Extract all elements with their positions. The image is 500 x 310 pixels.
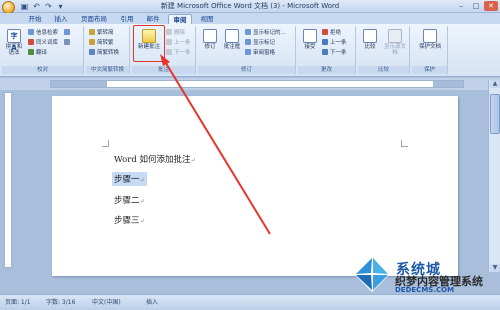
tab-mailings[interactable]: 邮件 xyxy=(142,14,164,24)
previous-icon xyxy=(322,39,328,45)
research-button[interactable]: 信息检索 xyxy=(28,29,58,37)
scroll-thumb[interactable] xyxy=(490,94,500,134)
spelling-icon: 字A xyxy=(7,29,21,52)
next-comment-button[interactable]: 下一条 xyxy=(166,49,191,57)
minimize-button[interactable]: – xyxy=(454,1,468,11)
horizontal-ruler[interactable] xyxy=(50,80,464,88)
group-tracking: 修订 批注框 显示标记的... 显示标记 审阅窗格 修订 xyxy=(198,26,296,74)
research-icon xyxy=(28,29,34,35)
title-bar: ▣ ↶ ↷ ▾ 新建 Microsoft Office Word 文档 (3) … xyxy=(0,0,500,14)
show-markup-button[interactable]: 显示标记 xyxy=(245,39,275,47)
page-count[interactable]: 页面: 1/1 xyxy=(5,299,31,307)
protect-document-button[interactable]: 保护文档 xyxy=(416,27,444,65)
translate-button[interactable]: 翻译 xyxy=(28,49,47,57)
close-button[interactable]: ✕ xyxy=(484,1,498,11)
trad-to-simp-button[interactable]: 繁转简 xyxy=(89,29,114,37)
next-icon xyxy=(322,49,328,55)
pane-icon xyxy=(245,49,251,55)
watermark-url: DEDECMS.COM xyxy=(395,286,455,294)
lock-icon xyxy=(423,29,437,43)
simp-to-trad-button[interactable]: 简转繁 xyxy=(89,39,114,47)
balloons-button[interactable]: 批注框 xyxy=(222,27,242,65)
highlight-box xyxy=(133,25,165,62)
scroll-down-icon[interactable]: ▼ xyxy=(490,264,500,272)
document-line[interactable]: 步骤三↵ xyxy=(114,214,145,226)
margin-corner xyxy=(401,140,408,147)
translate-icon xyxy=(28,49,34,55)
word-count-icon xyxy=(64,39,70,45)
selected-text[interactable]: 步骤一↵ xyxy=(112,172,147,186)
next-icon xyxy=(166,49,172,55)
markup-icon xyxy=(245,39,251,45)
balloons-icon xyxy=(225,29,239,43)
vertical-ruler[interactable] xyxy=(4,92,12,268)
document-page[interactable] xyxy=(52,96,458,276)
previous-icon xyxy=(166,39,172,45)
convert-icon xyxy=(89,49,95,55)
tab-references[interactable]: 引用 xyxy=(116,14,138,24)
reject-icon xyxy=(322,29,328,35)
window-controls: – □ ✕ xyxy=(454,1,498,11)
accept-button[interactable]: 接受 xyxy=(300,27,320,65)
compare-button[interactable]: 比较 xyxy=(360,27,380,65)
tab-view[interactable]: 视图 xyxy=(196,14,218,24)
delete-icon xyxy=(166,29,172,35)
track-changes-button[interactable]: 修订 xyxy=(200,27,220,65)
ribbon: 字A 拼写和语法 信息检索 同义词库 翻译 校对 繁转简 简转繁 简繁转换 中文… xyxy=(0,24,500,77)
previous-comment-button[interactable]: 上一条 xyxy=(166,39,191,47)
tab-review[interactable]: 审阅 xyxy=(168,14,192,24)
convert-icon xyxy=(89,39,95,45)
maximize-button[interactable]: □ xyxy=(469,1,483,11)
status-bar: 页面: 1/1 字数: 3/16 中文(中国) 插入 xyxy=(0,294,500,310)
group-chinese-conversion: 繁转简 简转繁 简繁转换 中文简繁转换 xyxy=(86,26,130,74)
compare-icon xyxy=(363,29,377,43)
document-line[interactable]: 步骤二↵ xyxy=(114,194,145,206)
margin-corner xyxy=(102,140,109,147)
accept-icon xyxy=(303,29,317,43)
next-change-button[interactable]: 下一条 xyxy=(322,49,347,57)
ruler-right-margin xyxy=(433,81,463,87)
group-changes: 接受 拒绝 上一条 下一条 更改 xyxy=(298,26,356,74)
group-compare: 比较 显示源文档 比较 xyxy=(358,26,410,74)
horizontal-ruler-area xyxy=(0,78,500,90)
word-count[interactable]: 字数: 3/16 xyxy=(46,299,75,307)
source-icon xyxy=(388,29,402,43)
thesaurus-button[interactable]: 同义词库 xyxy=(28,39,58,47)
vertical-scrollbar[interactable]: ▲ ▼ xyxy=(488,80,500,272)
show-source-button[interactable]: 显示源文档 xyxy=(382,27,408,65)
display-icon xyxy=(245,29,251,35)
insert-mode[interactable]: 插入 xyxy=(146,299,158,307)
track-changes-icon xyxy=(203,29,217,43)
conversion-button[interactable]: 简繁转换 xyxy=(89,49,119,57)
ruler-left-margin xyxy=(51,81,107,87)
thesaurus-icon xyxy=(28,39,34,45)
convert-icon xyxy=(89,29,95,35)
reviewing-pane-button[interactable]: 审阅窗格 xyxy=(245,49,275,57)
ribbon-tabs: 开始 插入 页面布局 引用 邮件 审阅 视图 xyxy=(0,13,500,24)
spelling-grammar-button[interactable]: 字A 拼写和语法 xyxy=(4,27,24,65)
window-title: 新建 Microsoft Office Word 文档 (3) - Micros… xyxy=(160,2,340,10)
language-button[interactable] xyxy=(64,29,72,37)
language-icon xyxy=(64,29,70,35)
tab-home[interactable]: 开始 xyxy=(24,14,46,24)
tab-insert[interactable]: 插入 xyxy=(50,14,72,24)
document-line[interactable]: Word 如何添加批注↵ xyxy=(114,153,196,165)
watermark-logo xyxy=(354,256,390,292)
tab-page-layout[interactable]: 页面布局 xyxy=(76,14,112,24)
scroll-up-icon[interactable]: ▲ xyxy=(490,80,500,88)
group-proofing: 字A 拼写和语法 信息检索 同义词库 翻译 校对 xyxy=(2,26,84,74)
delete-comment-button[interactable]: 删除 xyxy=(166,29,185,37)
previous-change-button[interactable]: 上一条 xyxy=(322,39,347,47)
language-status[interactable]: 中文(中国) xyxy=(92,299,121,307)
reject-button[interactable]: 拒绝 xyxy=(322,29,341,37)
group-protect: 保护文档 保护 xyxy=(412,26,448,74)
display-for-review-select[interactable]: 显示标记的... xyxy=(245,29,286,37)
word-count-button[interactable] xyxy=(64,39,72,47)
